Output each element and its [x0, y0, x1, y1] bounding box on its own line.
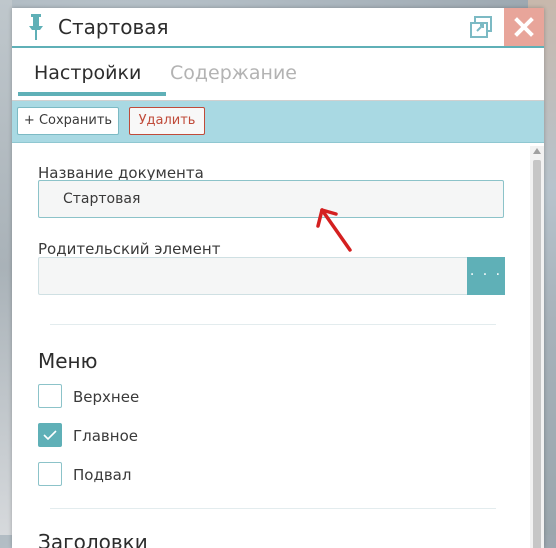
- doc-name-value: Стартовая: [63, 191, 141, 207]
- browse-parent-button[interactable]: · · ·: [467, 257, 505, 295]
- background-left: [0, 0, 12, 535]
- scroll-thumb[interactable]: [533, 160, 541, 548]
- checkbox-footer-menu[interactable]: [38, 462, 62, 486]
- divider: [50, 508, 496, 509]
- divider: [50, 324, 496, 325]
- pin-icon[interactable]: [26, 14, 46, 40]
- tab-settings[interactable]: Настройки: [34, 62, 141, 84]
- checkbox-top-menu[interactable]: [38, 384, 62, 408]
- tab-bar: Настройки Содержание: [12, 48, 544, 98]
- menu-section-title: Меню: [38, 349, 98, 373]
- checkbox-main-menu[interactable]: [38, 423, 62, 447]
- save-button[interactable]: + Сохранить: [17, 107, 119, 135]
- active-tab-indicator: [18, 92, 166, 96]
- checkmark-icon: [43, 430, 57, 441]
- tab-content[interactable]: Содержание: [170, 62, 297, 84]
- restore-window-icon[interactable]: [470, 16, 492, 38]
- close-icon: [514, 17, 534, 37]
- headings-section-title: Заголовки: [38, 530, 148, 548]
- vertical-scrollbar[interactable]: [530, 146, 544, 548]
- titlebar: Стартовая: [12, 8, 544, 48]
- parent-element-input[interactable]: [38, 257, 468, 295]
- document-window: Стартовая Настройки Содержание + Сохрани…: [12, 8, 544, 548]
- doc-name-input[interactable]: Стартовая: [38, 180, 504, 218]
- close-button[interactable]: [504, 8, 544, 46]
- scroll-up-icon[interactable]: [533, 148, 541, 154]
- parent-element-label: Родительский элемент: [38, 240, 221, 258]
- checkbox-footer-menu-label[interactable]: Подвал: [73, 466, 131, 484]
- delete-button[interactable]: Удалить: [129, 107, 205, 135]
- annotation-arrow-icon: [316, 208, 352, 252]
- form-content: Название документа Стартовая Родительски…: [12, 142, 544, 548]
- window-title: Стартовая: [58, 15, 169, 39]
- toolbar: + Сохранить Удалить: [12, 100, 544, 143]
- checkbox-top-menu-label[interactable]: Верхнее: [73, 388, 139, 406]
- checkbox-main-menu-label[interactable]: Главное: [73, 427, 138, 445]
